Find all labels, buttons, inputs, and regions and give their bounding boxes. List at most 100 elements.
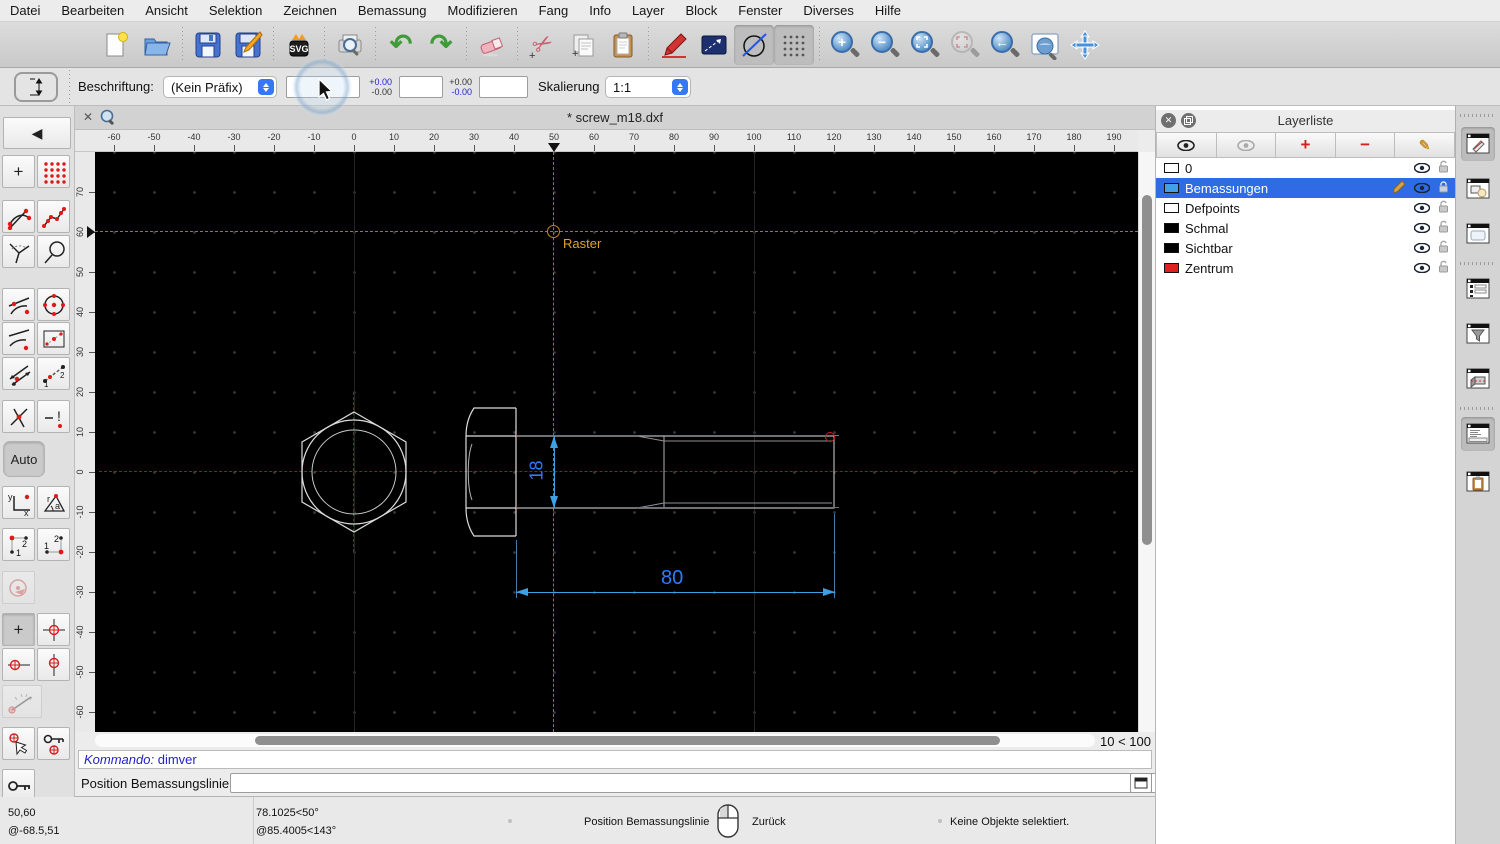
snap-intersection-auto-button[interactable] — [2, 235, 35, 268]
save-as-button[interactable] — [228, 25, 268, 65]
menu-bearbeiten[interactable]: Bearbeiten — [61, 3, 124, 18]
menu-selektion[interactable]: Selektion — [209, 3, 262, 18]
menu-ansicht[interactable]: Ansicht — [145, 3, 188, 18]
layer-visibility-icon[interactable] — [1413, 161, 1431, 176]
coordinate-polar-button[interactable]: ra — [37, 486, 70, 519]
dock-clipboard-button[interactable] — [1461, 465, 1495, 499]
dock-block-list-button[interactable] — [1461, 172, 1495, 206]
prefix-dropdown[interactable]: (Kein Präfix) — [163, 76, 277, 98]
redo-button[interactable]: ↷ — [421, 25, 461, 65]
save-button[interactable] — [188, 25, 228, 65]
selection-tool-button[interactable] — [694, 25, 734, 65]
zoom-previous-button[interactable]: ← — [985, 25, 1025, 65]
tolerance-lower-input[interactable] — [479, 76, 528, 98]
restrict-nothing-button[interactable]: ! — [37, 400, 70, 433]
copy-button[interactable]: + — [563, 25, 603, 65]
menu-block[interactable]: Block — [685, 3, 717, 18]
grid-toggle-button[interactable] — [774, 24, 814, 65]
snap-distance-manual-button[interactable]: 12 — [37, 357, 70, 390]
back-button[interactable]: ◀ — [3, 117, 71, 149]
dock-section-view-button[interactable] — [1461, 362, 1495, 396]
layer-visibility-icon[interactable] — [1413, 181, 1431, 196]
menu-info[interactable]: Info — [589, 3, 611, 18]
menu-datei[interactable]: Datei — [10, 3, 40, 18]
new-file-button[interactable] — [97, 25, 137, 65]
menu-modifizieren[interactable]: Modifizieren — [448, 3, 518, 18]
layer-color-swatch[interactable] — [1164, 183, 1179, 193]
zoom-auto-button[interactable] — [905, 25, 945, 65]
pick-relative-zero-button[interactable] — [2, 727, 35, 760]
relative-zero-free-button[interactable]: + — [2, 613, 35, 646]
layer-lock-icon[interactable] — [1438, 240, 1449, 256]
dock-layer-list-button[interactable] — [1461, 127, 1495, 161]
coordinate-cartesian-button[interactable]: yx — [2, 486, 35, 519]
dock-command-line-button[interactable] — [1461, 417, 1495, 451]
cut-button[interactable]: ✂ + — [523, 25, 563, 65]
remove-layer-button[interactable]: − — [1335, 132, 1396, 158]
layer-lock-icon[interactable] — [1438, 160, 1449, 176]
zoom-window-button[interactable] — [1025, 25, 1065, 65]
layer-row-0[interactable]: 0 — [1156, 158, 1455, 178]
prefix-suffix-input[interactable] — [286, 76, 360, 98]
layer-row-defpoints[interactable]: Defpoints — [1156, 198, 1455, 218]
lock-relative-zero-button[interactable] — [37, 727, 70, 760]
layer-visibility-icon[interactable] — [1413, 241, 1431, 256]
tolerance-upper-input[interactable] — [399, 76, 443, 98]
command-window-button[interactable] — [1130, 773, 1152, 793]
zoom-out-button[interactable]: − — [865, 25, 905, 65]
print-preview-button[interactable] — [330, 25, 370, 65]
layer-row-bemassungen[interactable]: Bemassungen — [1156, 178, 1455, 198]
layer-color-swatch[interactable] — [1164, 163, 1179, 173]
scale-dropdown[interactable]: 1:1 — [605, 76, 691, 98]
menu-bemassung[interactable]: Bemassung — [358, 3, 427, 18]
horizontal-scrollbar-thumb[interactable] — [255, 736, 1000, 745]
target-vertical-button[interactable] — [37, 648, 70, 681]
layer-row-schmal[interactable]: Schmal — [1156, 218, 1455, 238]
snap-nearest-button[interactable] — [2, 322, 35, 355]
order-2-1-button[interactable]: 12 — [37, 528, 70, 561]
layer-visibility-icon[interactable] — [1413, 201, 1431, 216]
layer-visibility-icon[interactable] — [1413, 221, 1431, 236]
layer-row-zentrum[interactable]: Zentrum — [1156, 258, 1455, 278]
layer-color-swatch[interactable] — [1164, 203, 1179, 213]
edit-layer-button[interactable]: ✎ — [1395, 132, 1455, 158]
dock-library-browser-button[interactable] — [1461, 217, 1495, 251]
restrict-disabled-button[interactable] — [2, 571, 35, 604]
snap-auto-button[interactable]: Auto — [3, 441, 45, 477]
target-horizontal-button[interactable] — [2, 648, 35, 681]
snap-tangent-button[interactable] — [2, 288, 35, 321]
menu-fenster[interactable]: Fenster — [738, 3, 782, 18]
layer-lock-icon[interactable] — [1438, 220, 1449, 236]
layer-edit-pencil-icon[interactable] — [1392, 180, 1406, 196]
draw-pencil-button[interactable] — [654, 25, 694, 65]
paste-button[interactable] — [603, 25, 643, 65]
menu-fang[interactable]: Fang — [539, 3, 569, 18]
order-1-2-button[interactable]: 12 — [2, 528, 35, 561]
draft-mode-button[interactable] — [734, 24, 774, 65]
set-relative-zero-button[interactable] — [37, 613, 70, 646]
menu-zeichnen[interactable]: Zeichnen — [283, 3, 336, 18]
menu-diverses[interactable]: Diverses — [803, 3, 854, 18]
snap-middle-button[interactable] — [2, 357, 35, 390]
snap-center-button[interactable] — [37, 288, 70, 321]
layer-row-sichtbar[interactable]: Sichtbar — [1156, 238, 1455, 258]
hide-all-layers-button[interactable] — [1216, 132, 1277, 158]
zoom-in-button[interactable]: + — [825, 25, 865, 65]
vertical-scrollbar-thumb[interactable] — [1142, 195, 1152, 545]
snap-grid-button[interactable] — [37, 155, 70, 188]
drawing-canvas[interactable]: Raster 18 80 — [95, 152, 1138, 732]
layer-visibility-icon[interactable] — [1413, 261, 1431, 276]
snap-intersection-button[interactable] — [2, 400, 35, 433]
layer-lock-icon[interactable] — [1438, 200, 1449, 216]
angle-gauge-button[interactable] — [2, 685, 42, 718]
add-layer-button[interactable]: + — [1276, 132, 1336, 158]
dock-entity-list-button[interactable] — [1461, 272, 1495, 306]
zoom-pan-button[interactable] — [1065, 25, 1105, 65]
svg-export-button[interactable]: SVG — [279, 25, 319, 65]
menu-hilfe[interactable]: Hilfe — [875, 3, 901, 18]
layer-lock-icon[interactable] — [1438, 260, 1449, 276]
layer-color-swatch[interactable] — [1164, 243, 1179, 253]
dimension-vertical-tool-button[interactable] — [14, 72, 58, 102]
undo-button[interactable]: ↶ — [381, 25, 421, 65]
layer-color-swatch[interactable] — [1164, 223, 1179, 233]
